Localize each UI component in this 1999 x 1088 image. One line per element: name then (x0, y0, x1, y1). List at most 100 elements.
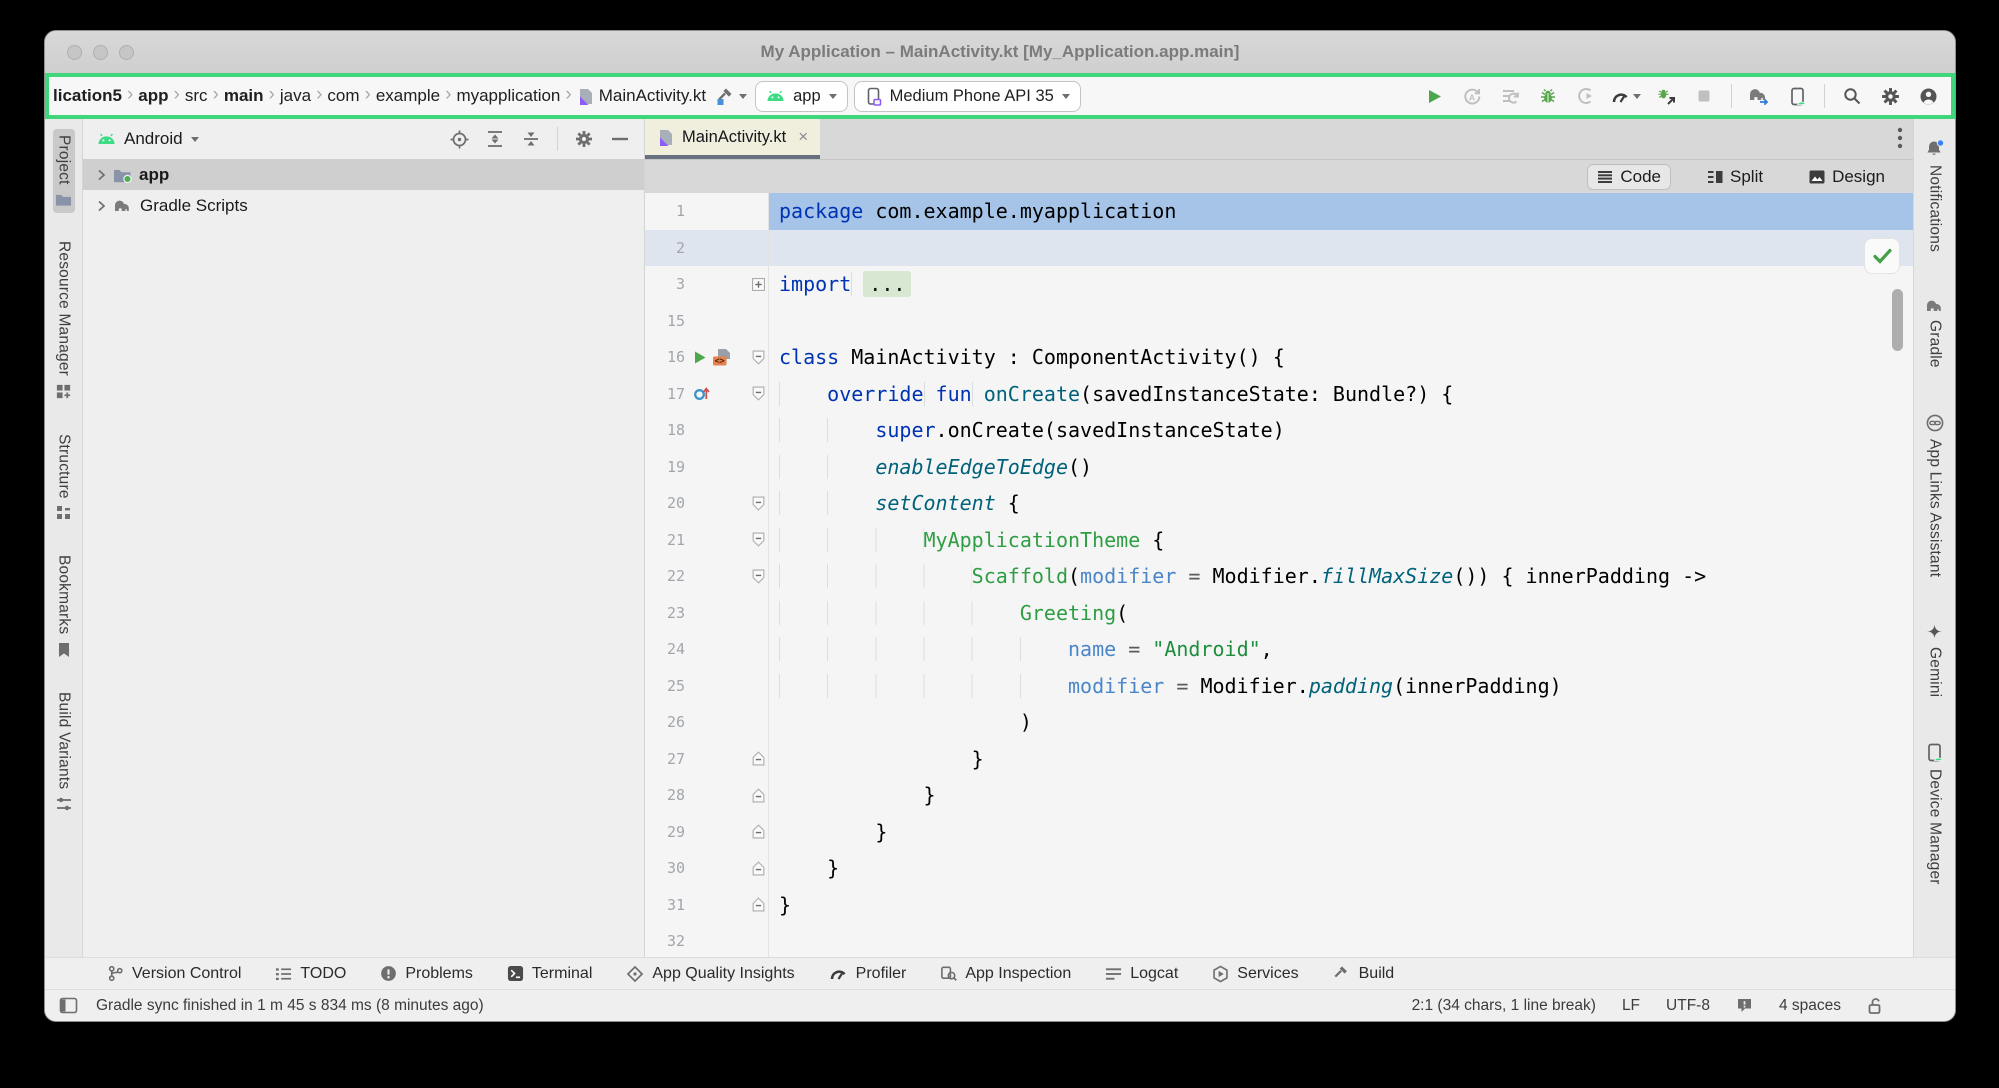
panel-toggle-icon[interactable] (59, 997, 78, 1014)
folded-code-pill[interactable]: ... (863, 271, 911, 297)
tool-window-button-build-variants[interactable]: Build Variants (53, 686, 75, 818)
fold-marker-icon[interactable] (752, 861, 765, 876)
fold-marker-icon[interactable] (752, 569, 765, 584)
attach-debugger-button[interactable] (1571, 81, 1601, 111)
code-text[interactable] (769, 303, 1913, 340)
tool-window-button-app-inspection[interactable]: App Inspection (940, 965, 1071, 983)
collapse-all-icon[interactable] (517, 126, 545, 152)
editor-scrollbar[interactable] (1892, 289, 1903, 351)
tool-window-button-gradle[interactable]: Gradle (1923, 292, 1947, 374)
code-line-29[interactable]: 29 } (645, 814, 1913, 851)
tree-item-gradle-scripts[interactable]: Gradle Scripts (83, 190, 644, 221)
hide-icon[interactable] (606, 126, 634, 152)
fold-marker-icon[interactable] (752, 532, 765, 547)
code-text[interactable]: enableEdgeToEdge() (769, 449, 1913, 486)
breadcrumb-myapplication[interactable]: myapplication (454, 85, 562, 107)
code-line-21[interactable]: 21 MyApplicationTheme { (645, 522, 1913, 559)
gradle-sync-button[interactable] (1744, 81, 1774, 111)
unlock-icon[interactable] (1859, 997, 1891, 1015)
code-pane[interactable]: 1package com.example.myapplication23impo… (645, 193, 1913, 957)
code-text[interactable] (769, 923, 1913, 957)
code-text[interactable]: } (769, 887, 1913, 924)
tool-window-button-services[interactable]: Services (1212, 965, 1298, 983)
tool-window-button-problems[interactable]: Problems (380, 965, 473, 983)
code-text[interactable]: override fun onCreate(savedInstanceState… (769, 376, 1913, 413)
code-line-2[interactable]: 2 (645, 230, 1913, 267)
locate-icon[interactable] (445, 126, 473, 152)
code-line-28[interactable]: 28 } (645, 777, 1913, 814)
code-line-25[interactable]: 25 modifier = Modifier.padding(innerPadd… (645, 668, 1913, 705)
code-text[interactable]: } (769, 850, 1913, 887)
view-mode-design[interactable]: Design (1799, 164, 1895, 190)
search-everywhere-button[interactable] (1837, 81, 1867, 111)
apply-code-changes-button[interactable] (1495, 81, 1525, 111)
tool-window-button-project[interactable]: Project (53, 129, 75, 213)
code-text[interactable]: Greeting( (769, 595, 1913, 632)
device-select[interactable]: Medium Phone API 35 (854, 81, 1081, 112)
run-button[interactable] (1419, 81, 1449, 111)
code-line-17[interactable]: 17 override fun onCreate(savedInstanceSt… (645, 376, 1913, 413)
code-line-31[interactable]: 31} (645, 887, 1913, 924)
line-ending-widget[interactable]: LF (1614, 997, 1648, 1015)
expand-all-icon[interactable] (481, 126, 509, 152)
breadcrumb-java[interactable]: java (278, 85, 313, 107)
code-text[interactable]: Scaffold(modifier = Modifier.fillMaxSize… (769, 558, 1913, 595)
code-text[interactable]: setContent { (769, 485, 1913, 522)
fold-marker-icon[interactable] (752, 350, 765, 365)
inspections-ok-checkmark-icon[interactable] (1865, 239, 1899, 273)
code-line-20[interactable]: 20 setContent { (645, 485, 1913, 522)
indent-widget[interactable]: 4 spaces (1771, 997, 1849, 1015)
event-log-icon[interactable] (1728, 997, 1761, 1014)
tool-window-button-app-quality-insights[interactable]: App Quality Insights (626, 965, 794, 983)
profiler-button[interactable] (1609, 81, 1643, 111)
encoding-widget[interactable]: UTF-8 (1658, 997, 1718, 1015)
tree-item-app[interactable]: app (83, 159, 644, 190)
code-line-1[interactable]: 1package com.example.myapplication (645, 193, 1913, 230)
project-view-selector[interactable]: Android (124, 129, 183, 149)
breadcrumb-com[interactable]: com (325, 85, 361, 107)
tab-mainactivity[interactable]: MainActivity.kt × (645, 119, 820, 159)
breadcrumb-main[interactable]: main (222, 85, 266, 107)
fold-marker-icon[interactable] (752, 788, 765, 803)
tool-window-button-gemini[interactable]: Gemini (1924, 617, 1946, 703)
breadcrumb-mainactivity-kt[interactable]: MainActivity.kt (575, 85, 708, 107)
apply-changes-restart-activity-button[interactable]: A (1457, 81, 1487, 111)
code-line-32[interactable]: 32 (645, 923, 1913, 957)
chevron-down-icon[interactable] (191, 137, 199, 146)
tool-window-button-resource-manager[interactable]: Resource Manager (53, 235, 75, 406)
tool-window-button-terminal[interactable]: Terminal (507, 965, 592, 983)
code-text[interactable] (769, 230, 1913, 267)
code-text[interactable]: modifier = Modifier.padding(innerPadding… (769, 668, 1913, 705)
tool-window-button-structure[interactable]: Structure (53, 428, 75, 528)
fold-marker-icon[interactable] (752, 386, 765, 401)
tab-options-kebab-icon[interactable] (1897, 127, 1903, 149)
view-mode-code[interactable]: Code (1587, 164, 1671, 190)
close-icon[interactable]: × (798, 127, 808, 147)
debug-button[interactable] (1533, 81, 1563, 111)
tool-window-button-version-control[interactable]: Version Control (107, 965, 241, 983)
fold-marker-icon[interactable] (752, 278, 765, 291)
stop-button[interactable] (1689, 81, 1719, 111)
code-line-27[interactable]: 27 } (645, 741, 1913, 778)
code-text[interactable]: ) (769, 704, 1913, 741)
code-text[interactable]: } (769, 814, 1913, 851)
override-method-icon[interactable] (693, 385, 710, 402)
zoom-window-button[interactable] (119, 45, 134, 60)
breadcrumb-src[interactable]: src (183, 85, 210, 107)
code-line-22[interactable]: 22 Scaffold(modifier = Modifier.fillMaxS… (645, 558, 1913, 595)
fold-marker-icon[interactable] (752, 897, 765, 912)
code-line-26[interactable]: 26 ) (645, 704, 1913, 741)
code-text[interactable]: } (769, 777, 1913, 814)
account-button[interactable] (1913, 81, 1943, 111)
build-hammer-button[interactable] (714, 81, 749, 111)
view-mode-split[interactable]: Split (1697, 164, 1773, 190)
minimize-window-button[interactable] (93, 45, 108, 60)
tool-window-button-device-manager[interactable]: Device Manager (1924, 737, 1946, 891)
run-line-icon[interactable] (693, 350, 707, 365)
code-text[interactable]: package com.example.myapplication (769, 193, 1913, 230)
settings-button[interactable] (1875, 81, 1905, 111)
code-line-23[interactable]: 23 Greeting( (645, 595, 1913, 632)
breadcrumb-example[interactable]: example (374, 85, 442, 107)
run-configuration-select[interactable]: app (755, 81, 848, 112)
compose-preview-icon[interactable]: <> (712, 348, 731, 367)
